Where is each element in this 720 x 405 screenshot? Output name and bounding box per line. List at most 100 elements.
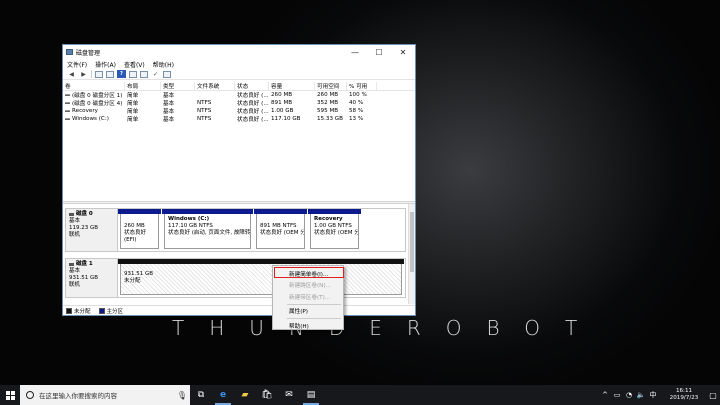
partition-oem[interactable]: 891 MB NTFS 状态良好 (OEM 分: [254, 209, 308, 251]
window-title: 磁盘管理: [76, 49, 101, 57]
legend-primary: 主分区: [98, 307, 124, 315]
store-icon[interactable]: 🛍: [256, 385, 278, 405]
cell-capacity: 891 MB: [271, 100, 293, 106]
volume-icon[interactable]: 🔈: [635, 391, 647, 399]
cell-free-space: 15.33 GB: [317, 116, 343, 122]
partition-name: Recovery: [314, 216, 343, 222]
cell-percent-free: 40 %: [349, 100, 364, 106]
volume-icon: [65, 110, 70, 112]
disk-1-partitions: 931.51 GB 未分配: [118, 258, 406, 298]
edge-icon[interactable]: e: [212, 385, 234, 405]
table-row[interactable]: (磁盘 0 磁盘分区 4) 简单 基本 NTFS 状态良好 (... 891 M…: [63, 99, 415, 107]
col-capacity[interactable]: 容量: [269, 82, 315, 90]
disk-0-name-line: 磁盘 0: [69, 211, 114, 218]
partition-body: Windows (C:) 117.10 GB NTFS 状态良好 (启动, 页面…: [164, 214, 251, 249]
col-volume[interactable]: 卷: [63, 82, 125, 90]
menu-properties[interactable]: 属性(P): [273, 306, 343, 318]
export-list-icon[interactable]: [140, 70, 148, 78]
legend-unallocated: 未分配: [66, 307, 91, 315]
cell-filesystem: NTFS: [197, 100, 212, 106]
disk-0-type: 基本: [69, 218, 81, 224]
start-button[interactable]: [0, 385, 20, 405]
partition-recovery[interactable]: Recovery 1.00 GB NTFS 状态良好 (OEM 分区: [308, 209, 362, 251]
search-placeholder: 在这里输入你要搜索的内容: [39, 392, 117, 400]
settings-view-icon[interactable]: [163, 70, 171, 78]
legend-primary-label: 主分区: [106, 308, 124, 315]
cell-layout: 简单: [127, 117, 139, 123]
desktop-brand-text: THUNDEROBOT: [172, 316, 603, 340]
partition-unallocated[interactable]: 931.51 GB 未分配: [118, 259, 405, 297]
menu-new-striped-volume[interactable]: 新建带区卷(T)...: [273, 291, 343, 303]
disk-0-name: 磁盘 0: [76, 211, 93, 217]
cell-layout: 简单: [127, 109, 139, 115]
forward-arrow-icon[interactable]: ▶: [79, 70, 88, 78]
disk-pane-scrollbar[interactable]: [408, 204, 415, 304]
minimize-button[interactable]: —: [343, 45, 367, 59]
battery-icon[interactable]: ▭: [611, 391, 623, 399]
cell-volume: Recovery: [63, 107, 125, 115]
mail-icon[interactable]: ✉: [278, 385, 300, 405]
chevron-up-icon[interactable]: ^: [599, 391, 611, 399]
partition-windows-c[interactable]: Windows (C:) 117.10 GB NTFS 状态良好 (启动, 页面…: [162, 209, 254, 251]
table-row[interactable]: Windows (C:) 简单 基本 NTFS 状态良好 (... 117.10…: [63, 115, 415, 123]
table-row[interactable]: Recovery 简单 基本 NTFS 状态良好 (... 1.00 GB 59…: [63, 107, 415, 115]
menu-new-spanned-volume[interactable]: 新建跨区卷(N)...: [273, 280, 343, 292]
col-filesystem[interactable]: 文件系统: [195, 82, 235, 90]
menu-file[interactable]: 文件(F): [67, 60, 87, 69]
col-status[interactable]: 状态: [235, 82, 269, 90]
menu-action[interactable]: 操作(A): [95, 60, 116, 69]
volume-icon: [65, 118, 70, 120]
taskbar: 在这里输入你要搜索的内容 🎙 ⧉ e ▰ 🛍 ✉ ▤ ^ ▭ ◔ 🔈 中 16:…: [0, 385, 720, 405]
legend-swatch-unallocated: [66, 307, 72, 314]
close-button[interactable]: ✕: [391, 45, 415, 59]
volume-icon: [65, 94, 70, 96]
cell-volume: (磁盘 0 磁盘分区 4): [63, 99, 125, 107]
disk-management-taskbar-icon[interactable]: ▤: [300, 385, 322, 405]
console-tree-icon[interactable]: [95, 70, 103, 78]
file-explorer-icon[interactable]: ▰: [234, 385, 256, 405]
partition-body: 891 MB NTFS 状态良好 (OEM 分: [256, 214, 305, 249]
partition-size: 931.51 GB: [124, 271, 154, 277]
col-type[interactable]: 类型: [161, 82, 195, 90]
disk-management-window: 磁盘管理 — ☐ ✕ 文件(F) 操作(A) 查看(V) 帮助(H) ◀ ▶ ?…: [62, 44, 416, 316]
notification-icon[interactable]: ▢: [706, 391, 720, 400]
disk-icon: [69, 263, 74, 266]
disk-1-size: 931.51 GB: [69, 275, 99, 281]
menu-divider: [287, 318, 341, 319]
cell-volume-text: (磁盘 0 磁盘分区 1): [72, 93, 123, 99]
mic-icon[interactable]: 🎙: [177, 390, 187, 400]
partition-size: 260 MB: [124, 223, 145, 229]
table-header: 卷 布局 类型 文件系统 状态 容量 可用空间 % 可用: [63, 82, 415, 91]
check-icon[interactable]: ✓: [151, 70, 160, 78]
col-free-space[interactable]: 可用空间: [315, 82, 347, 90]
task-view-icon[interactable]: ⧉: [190, 385, 212, 405]
network-icon[interactable]: ◔: [623, 391, 635, 399]
properties-icon[interactable]: [106, 70, 114, 78]
maximize-button[interactable]: ☐: [367, 45, 391, 59]
disk-0-label[interactable]: 磁盘 0 基本 119.23 GB 联机: [65, 208, 118, 252]
menu-help[interactable]: 帮助(H): [153, 60, 174, 69]
taskbar-clock[interactable]: 16:11 2019/7/23: [662, 388, 706, 402]
cell-free-space: 352 MB: [317, 100, 339, 106]
annotation-highlight-box: [274, 267, 344, 278]
taskbar-search-box[interactable]: 在这里输入你要搜索的内容 🎙: [20, 385, 190, 405]
disk-1-label[interactable]: 磁盘 1 基本 931.51 GB 联机: [65, 258, 118, 298]
partition-name: [124, 216, 155, 223]
system-tray: ^ ▭ ◔ 🔈 中 16:11 2019/7/23 ▢: [599, 385, 720, 405]
ime-indicator[interactable]: 中: [647, 390, 659, 400]
table-row[interactable]: (磁盘 0 磁盘分区 1) 简单 基本 状态良好 (... 260 MB 260…: [63, 91, 415, 99]
refresh-view-icon[interactable]: [129, 70, 137, 78]
title-bar[interactable]: 磁盘管理 — ☐ ✕: [63, 45, 415, 59]
disk-1-status: 联机: [69, 282, 81, 288]
legend-swatch-primary: [98, 307, 105, 314]
back-arrow-icon[interactable]: ◀: [67, 70, 76, 78]
help-icon[interactable]: ?: [117, 70, 126, 78]
cell-volume: (磁盘 0 磁盘分区 1): [63, 91, 125, 99]
cell-percent-free: 58 %: [349, 108, 364, 114]
menu-view[interactable]: 查看(V): [124, 60, 145, 69]
col-percent-free[interactable]: % 可用: [347, 82, 377, 90]
menu-help-item[interactable]: 帮助(H): [273, 320, 343, 332]
disk-1-name-line: 磁盘 1: [69, 261, 114, 268]
col-layout[interactable]: 布局: [125, 82, 161, 90]
partition-efi[interactable]: 260 MB 状态良好 (EFI): [118, 209, 162, 251]
